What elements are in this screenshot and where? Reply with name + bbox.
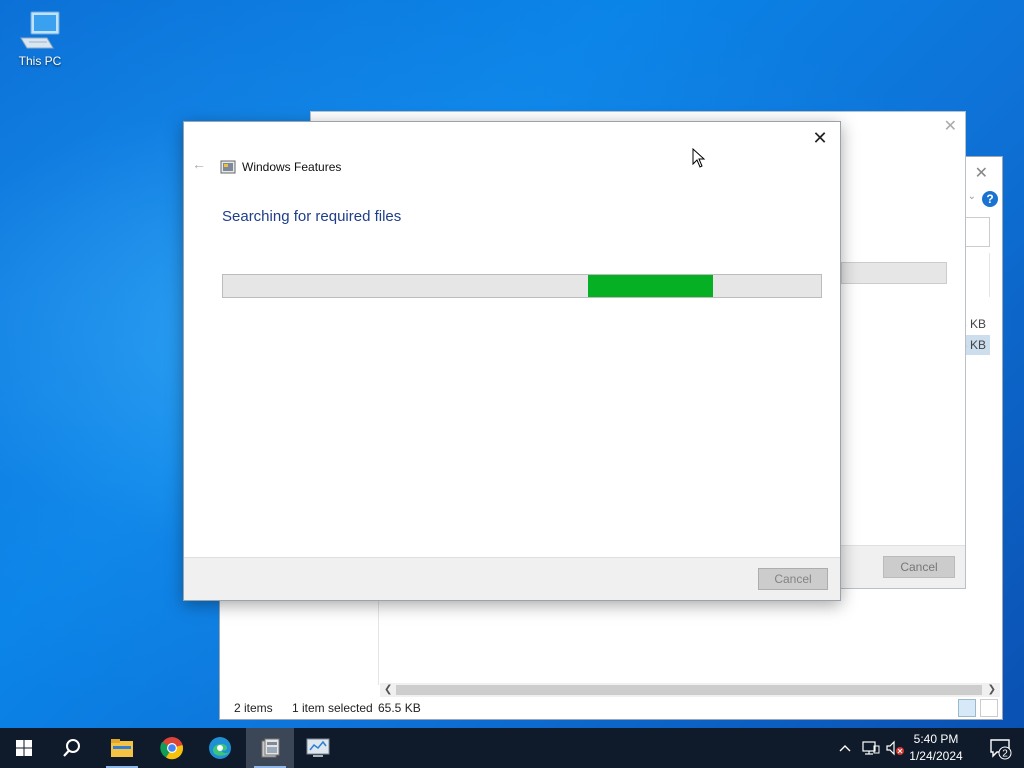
taskbar-edge[interactable]: [196, 728, 244, 768]
windows-features-icon: [220, 160, 236, 174]
close-icon[interactable]: ✕: [944, 116, 957, 136]
cancel-button[interactable]: Cancel: [758, 568, 828, 590]
scroll-right-icon[interactable]: ❯: [988, 683, 996, 697]
windows-features-dialog: ✕ ← Windows Features Searching for requi…: [183, 121, 841, 601]
search-button[interactable]: [48, 728, 96, 768]
horizontal-scrollbar[interactable]: ❮ ❯: [380, 683, 1000, 697]
server-icon: [306, 738, 330, 757]
status-bar: 2 items 1 item selected 65.5 KB: [220, 697, 1002, 719]
status-heading: Searching for required files: [222, 208, 402, 225]
cancel-button[interactable]: Cancel: [883, 556, 955, 578]
network-icon: [862, 741, 880, 755]
clock-time: 5:40 PM: [913, 732, 959, 746]
taskbar-windows-features[interactable]: [246, 728, 294, 768]
status-selected: 1 item selected: [292, 701, 373, 715]
chevron-up-icon: [839, 745, 851, 752]
clock-date: 1/24/2024: [909, 749, 963, 763]
details-view-icon[interactable]: [958, 699, 976, 717]
volume-status[interactable]: [886, 728, 906, 768]
windows-logo-icon: [16, 740, 32, 756]
close-button[interactable]: ✕: [808, 126, 832, 150]
desktop-icon-label: This PC: [18, 54, 62, 68]
dialog-title: Windows Features: [242, 160, 342, 174]
show-hidden-icons[interactable]: [838, 728, 852, 768]
chrome-icon: [160, 737, 184, 760]
taskbar: 5:40 PM 1/24/2024 2: [0, 728, 1024, 768]
taskbar-file-explorer[interactable]: [98, 728, 146, 768]
notification-count: 2: [1002, 749, 1008, 760]
action-center-button[interactable]: 2: [988, 736, 1012, 760]
scroll-left-icon[interactable]: ❮: [384, 683, 392, 697]
edge-icon: [209, 737, 231, 759]
progress-fill: [587, 275, 714, 297]
progress-bar: [841, 262, 947, 284]
taskbar-clock[interactable]: 5:40 PM 1/24/2024: [904, 731, 968, 765]
folder-icon: [111, 739, 133, 757]
desktop-icon-this-pc[interactable]: This PC: [12, 8, 68, 68]
network-status[interactable]: [862, 728, 880, 768]
marquee-progress-bar: [222, 274, 822, 298]
this-pc-icon: [20, 11, 60, 49]
close-icon[interactable]: ✕: [975, 163, 988, 183]
search-icon: [63, 739, 80, 757]
taskbar-server-manager[interactable]: [294, 728, 342, 768]
notification-icon: 2: [990, 739, 1012, 760]
help-icon[interactable]: ?: [982, 191, 998, 207]
divider: [989, 253, 994, 297]
scrollbar-thumb[interactable]: [396, 685, 982, 695]
large-icons-view-icon[interactable]: [980, 699, 998, 717]
features-icon: [261, 738, 280, 758]
status-size: 65.5 KB: [378, 701, 421, 715]
status-item-count: 2 items: [234, 701, 273, 715]
start-button[interactable]: [0, 728, 48, 768]
chevron-down-icon[interactable]: ⌄: [968, 191, 976, 202]
volume-muted-icon: [886, 740, 904, 756]
mouse-cursor-icon: [692, 148, 706, 168]
dialog-footer: Cancel: [184, 557, 840, 600]
back-arrow-icon[interactable]: ←: [192, 156, 206, 172]
taskbar-chrome[interactable]: [148, 728, 196, 768]
